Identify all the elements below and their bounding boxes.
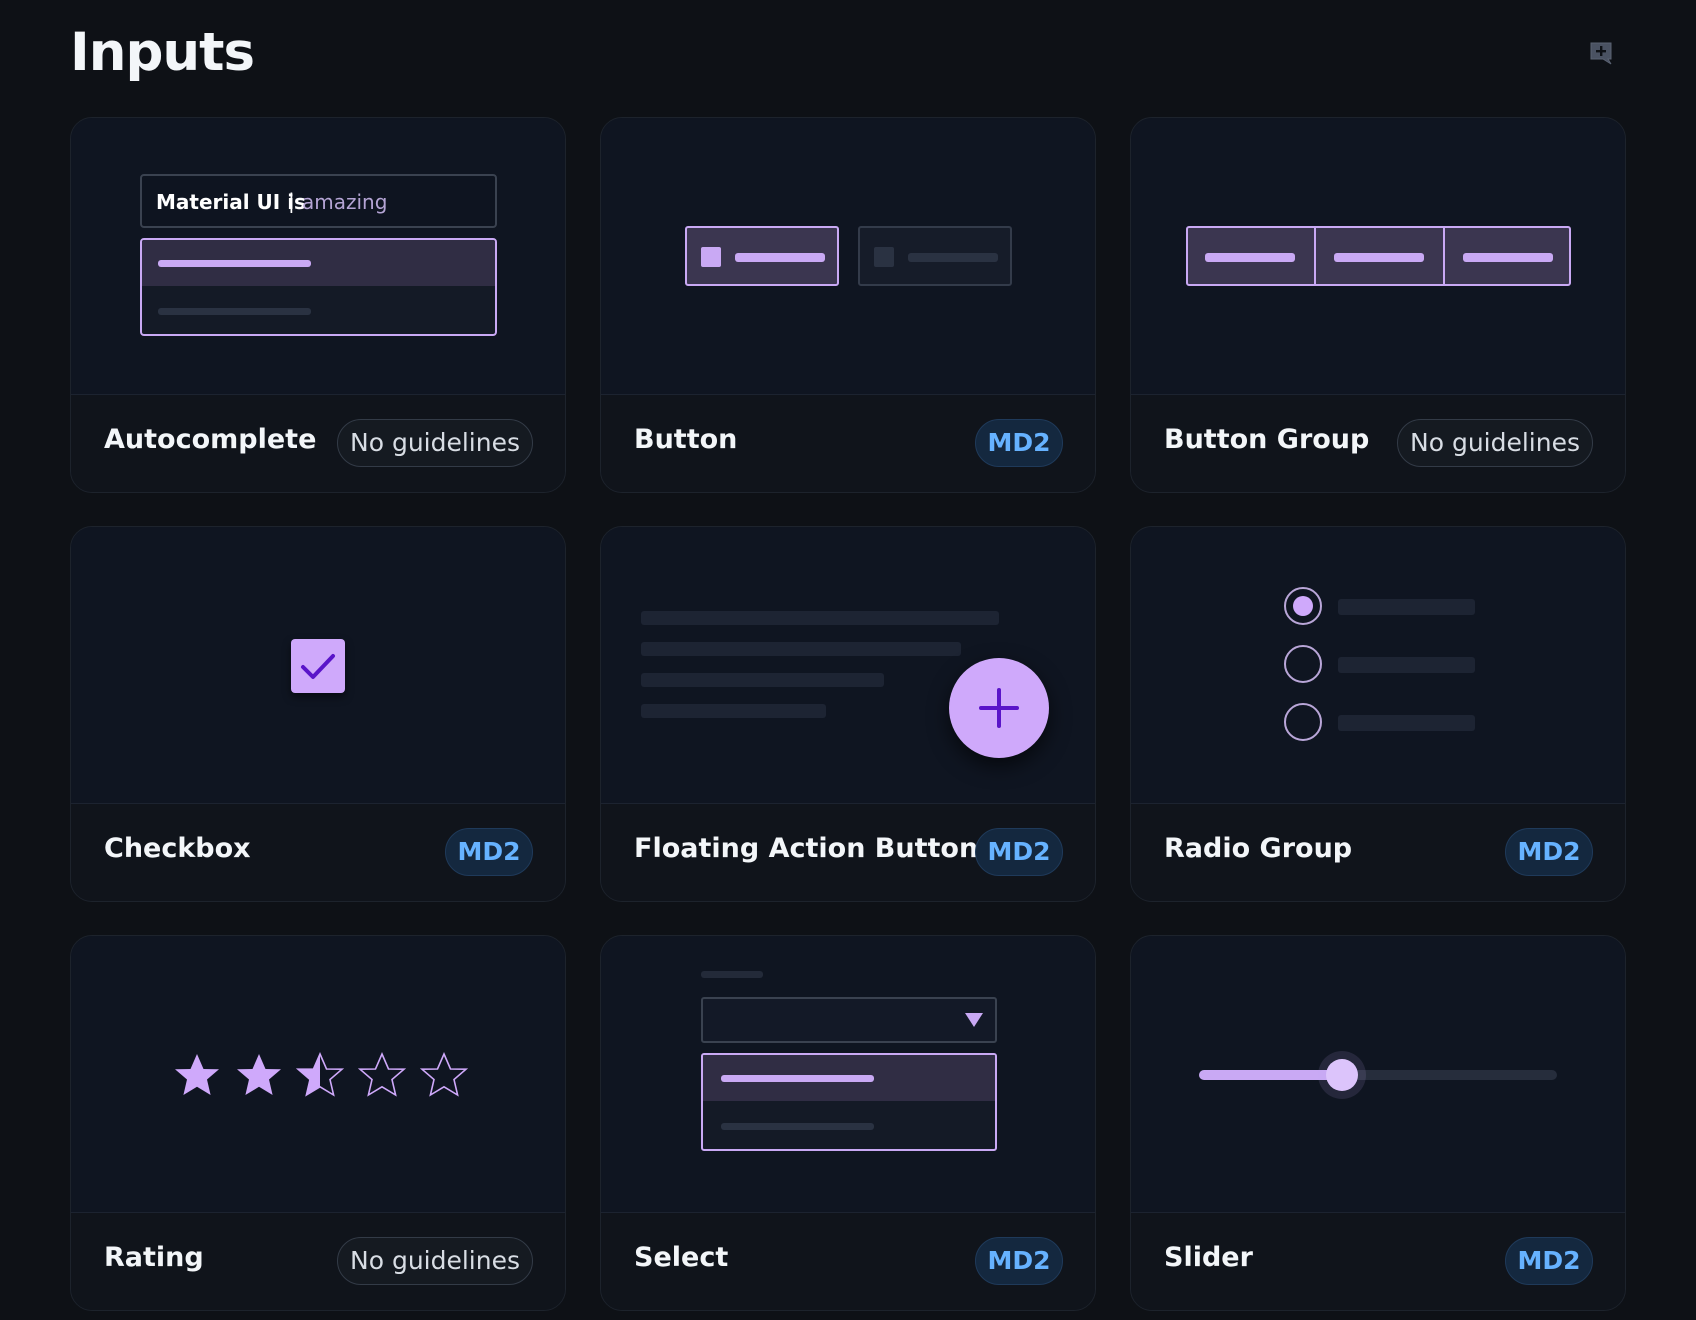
button-label-line	[908, 253, 998, 262]
option-line-highlighted	[158, 260, 311, 267]
text-cursor-icon: |	[288, 189, 295, 213]
card-footer: Rating No guidelines	[71, 1213, 565, 1310]
content-line	[641, 642, 961, 656]
card-title: Slider	[1164, 1242, 1253, 1273]
group-button-line	[1205, 253, 1295, 262]
group-divider	[1314, 228, 1316, 284]
guideline-badge: MD2	[1505, 828, 1593, 876]
card-title: Autocomplete	[104, 424, 317, 455]
card-footer: Floating Action Button MD2	[601, 804, 1095, 901]
card-title: Floating Action Button	[634, 833, 979, 864]
card-title: Button	[634, 424, 738, 455]
add-comment-icon[interactable]	[1588, 40, 1614, 66]
card-footer: Autocomplete No guidelines	[71, 395, 565, 492]
check-icon	[301, 654, 335, 679]
card-title: Checkbox	[104, 833, 251, 864]
button-icon-square	[874, 247, 894, 267]
autocomplete-preview: Material UI is | amazing	[71, 118, 565, 395]
group-button-line	[1463, 253, 1553, 262]
star-filled-icon	[237, 1054, 281, 1095]
dropdown-arrow-icon	[965, 1013, 983, 1027]
select-label-line	[701, 971, 763, 978]
radio-unselected-icon	[1284, 645, 1322, 683]
card-slider[interactable]: Slider MD2	[1130, 935, 1626, 1311]
autocomplete-typed-text: Material UI is	[156, 190, 306, 214]
star-empty-icon	[421, 1053, 467, 1096]
radio-group-preview	[1131, 527, 1625, 804]
button-preview	[601, 118, 1095, 395]
guideline-badge: MD2	[445, 828, 533, 876]
card-footer: Button Group No guidelines	[1131, 395, 1625, 492]
fab-preview	[601, 527, 1095, 804]
autocomplete-suggestion: amazing	[302, 190, 388, 214]
fab-illustration	[949, 658, 1049, 758]
slider-thumb	[1326, 1059, 1359, 1091]
card-footer: Radio Group MD2	[1131, 804, 1625, 901]
autocomplete-input: Material UI is | amazing	[140, 174, 497, 228]
card-footer: Slider MD2	[1131, 1213, 1625, 1310]
rating-preview	[71, 936, 565, 1213]
star-filled-icon	[175, 1054, 219, 1095]
page-title: Inputs	[70, 22, 255, 83]
select-menu-illustration	[701, 1053, 997, 1151]
checkbox-illustration	[291, 639, 345, 693]
card-select[interactable]: Select MD2	[600, 935, 1096, 1311]
option-line-highlighted	[721, 1075, 874, 1082]
guideline-badge: MD2	[975, 419, 1063, 467]
radio-label-line	[1338, 715, 1475, 731]
option-line	[158, 308, 311, 315]
star-empty-icon	[359, 1053, 405, 1096]
card-checkbox[interactable]: Checkbox MD2	[70, 526, 566, 902]
card-floating-action-button[interactable]: Floating Action Button MD2	[600, 526, 1096, 902]
content-line	[641, 704, 826, 718]
guideline-badge: MD2	[975, 1237, 1063, 1285]
radio-selected-icon	[1284, 587, 1322, 625]
autocomplete-dropdown	[140, 238, 497, 336]
card-button-group[interactable]: Button Group No guidelines	[1130, 117, 1626, 493]
card-autocomplete[interactable]: Material UI is | amazing Autocomplete No…	[70, 117, 566, 493]
content-line	[641, 611, 999, 625]
card-button[interactable]: Button MD2	[600, 117, 1096, 493]
card-radio-group[interactable]: Radio Group MD2	[1130, 526, 1626, 902]
slider-track-fill	[1199, 1070, 1343, 1080]
option-line	[721, 1123, 874, 1130]
group-button-line	[1334, 253, 1424, 262]
card-title: Radio Group	[1164, 833, 1353, 864]
guideline-badge: No guidelines	[1397, 419, 1593, 467]
card-footer: Checkbox MD2	[71, 804, 565, 901]
radio-label-line	[1338, 599, 1475, 615]
button-icon-square	[701, 247, 721, 267]
radio-unselected-icon	[1284, 703, 1322, 741]
card-footer: Button MD2	[601, 395, 1095, 492]
guideline-badge: No guidelines	[337, 419, 533, 467]
slider-preview	[1131, 936, 1625, 1213]
button-illustration-disabled	[858, 226, 1012, 286]
button-illustration-contained	[685, 226, 839, 286]
group-divider	[1443, 228, 1445, 284]
select-preview	[601, 936, 1095, 1213]
guideline-badge: MD2	[1505, 1237, 1593, 1285]
slider-track	[1199, 1070, 1557, 1080]
content-line	[641, 673, 884, 687]
star-half-icon	[297, 1053, 343, 1096]
card-footer: Select MD2	[601, 1213, 1095, 1310]
checkbox-preview	[71, 527, 565, 804]
guideline-badge: MD2	[975, 828, 1063, 876]
card-rating[interactable]: Rating No guidelines	[70, 935, 566, 1311]
card-title: Button Group	[1164, 424, 1370, 455]
guideline-badge: No guidelines	[337, 1237, 533, 1285]
button-group-preview	[1131, 118, 1625, 395]
button-group-illustration	[1186, 226, 1571, 286]
card-title: Rating	[104, 1242, 204, 1273]
radio-label-line	[1338, 657, 1475, 673]
plus-icon	[979, 688, 1019, 728]
rating-stars	[175, 1053, 467, 1096]
button-label-line	[735, 253, 825, 262]
card-title: Select	[634, 1242, 729, 1273]
select-field-illustration	[701, 997, 997, 1043]
